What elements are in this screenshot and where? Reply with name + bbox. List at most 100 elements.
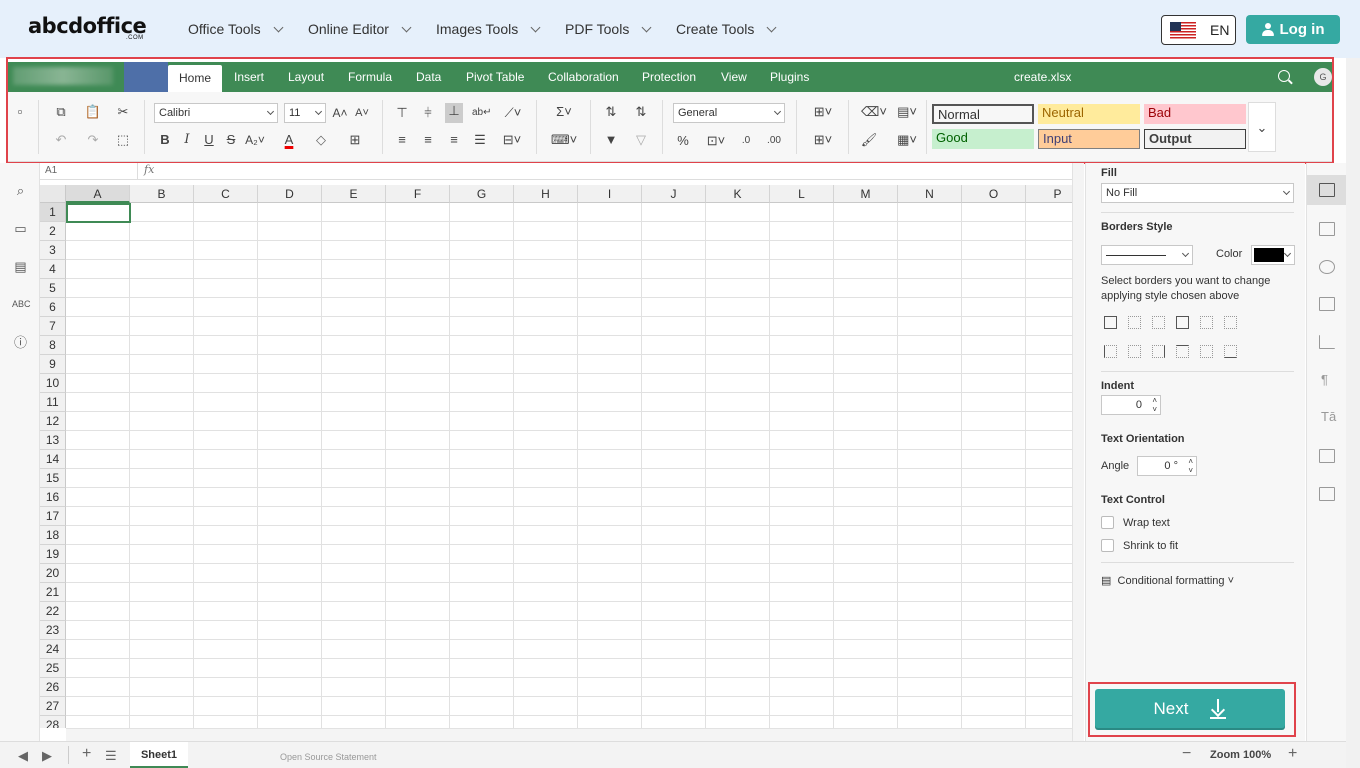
row-header[interactable]: 16 <box>40 488 66 507</box>
next-sheet-icon[interactable]: ▶ <box>42 748 52 764</box>
sheet-list-icon[interactable]: ☰ <box>105 748 117 764</box>
row-header[interactable]: 24 <box>40 640 66 659</box>
column-header[interactable]: N <box>898 185 962 203</box>
signature-settings-icon[interactable] <box>1319 487 1335 501</box>
spellcheck-icon[interactable]: ABC <box>12 297 31 312</box>
column-header[interactable]: M <box>834 185 898 203</box>
border-style-select[interactable] <box>1101 245 1193 265</box>
align-right-icon[interactable]: ≡ <box>446 132 462 148</box>
underline-icon[interactable]: U <box>202 132 216 148</box>
border-right-icon[interactable] <box>1152 345 1165 358</box>
prev-sheet-icon[interactable]: ◀ <box>18 748 28 764</box>
undo-icon[interactable]: ↶ <box>52 132 70 148</box>
percent-icon[interactable]: % <box>674 133 692 149</box>
cell-settings-icon[interactable] <box>1319 183 1335 197</box>
align-bottom-icon[interactable]: ⊥ <box>445 103 463 123</box>
align-left-icon[interactable]: ≡ <box>394 132 410 148</box>
row-header[interactable]: 22 <box>40 602 66 621</box>
avatar[interactable]: G <box>1314 68 1332 86</box>
row-header[interactable]: 18 <box>40 526 66 545</box>
active-cell[interactable] <box>66 203 131 223</box>
info-icon[interactable]: ⓘ <box>12 335 29 350</box>
stepper-arrows-icon[interactable]: ˄ ˅ <box>1188 457 1193 475</box>
nav-images-tools[interactable]: Images Tools <box>436 21 541 37</box>
comment-icon[interactable]: ▭ <box>12 221 29 236</box>
page-scrollbar[interactable] <box>1346 58 1360 768</box>
tab-home[interactable]: Home <box>168 65 223 92</box>
nav-create-tools[interactable]: Create Tools <box>676 21 777 37</box>
border-diagonal-up-icon[interactable] <box>1200 316 1213 329</box>
zoom-out-icon[interactable]: − <box>1182 745 1191 763</box>
wrap-text-checkbox[interactable] <box>1101 516 1114 529</box>
nav-pdf-tools[interactable]: PDF Tools <box>565 21 652 37</box>
tab-plugins[interactable]: Plugins <box>770 62 809 92</box>
row-header[interactable]: 21 <box>40 583 66 602</box>
row-header[interactable]: 5 <box>40 279 66 298</box>
cell-area[interactable] <box>66 203 1072 728</box>
row-header[interactable]: 13 <box>40 431 66 450</box>
row-header[interactable]: 27 <box>40 697 66 716</box>
save-icon[interactable]: ▫ <box>12 104 28 120</box>
delete-cells-icon[interactable]: ⊞˅ <box>808 132 838 148</box>
chat-icon[interactable]: ▤ <box>12 259 29 274</box>
conditional-format-icon[interactable]: ▤˅ <box>892 104 922 120</box>
row-header[interactable]: 20 <box>40 564 66 583</box>
function-icon[interactable]: fx <box>144 163 154 176</box>
row-header[interactable]: 10 <box>40 374 66 393</box>
search-icon[interactable] <box>1278 70 1290 82</box>
column-header[interactable]: J <box>642 185 706 203</box>
table-settings-icon[interactable] <box>1319 222 1335 236</box>
font-size-select[interactable]: 11 <box>284 103 326 123</box>
border-inner-icon[interactable] <box>1152 316 1165 329</box>
column-header[interactable]: I <box>578 185 642 203</box>
row-header[interactable]: 11 <box>40 393 66 412</box>
filter-icon[interactable]: ▼ <box>602 132 620 148</box>
logo[interactable]: abcdoffice .COM <box>28 14 148 46</box>
styles-expand-button[interactable]: ⌄ <box>1248 102 1276 152</box>
justify-icon[interactable]: ☰ <box>472 132 488 148</box>
wrap-text-icon[interactable]: ab↵ <box>472 105 492 121</box>
chart-settings-icon[interactable] <box>1319 335 1335 349</box>
border-left-icon[interactable] <box>1104 345 1117 358</box>
row-header[interactable]: 26 <box>40 678 66 697</box>
name-box[interactable]: A1 <box>40 163 138 179</box>
column-header[interactable]: L <box>770 185 834 203</box>
horizontal-scrollbar[interactable] <box>66 728 1072 741</box>
nav-online-editor[interactable]: Online Editor <box>308 21 412 37</box>
align-center-icon[interactable]: ≡ <box>420 132 436 148</box>
add-sheet-icon[interactable]: + <box>82 745 91 763</box>
sheet-tab[interactable]: Sheet1 <box>130 742 188 768</box>
shrink-to-fit-checkbox[interactable] <box>1101 539 1114 552</box>
column-header[interactable]: P <box>1026 185 1072 203</box>
select-all-corner[interactable] <box>40 185 66 203</box>
insert-function-icon[interactable]: ⌨˅ <box>550 132 578 148</box>
column-header[interactable]: E <box>322 185 386 203</box>
tab-view[interactable]: View <box>721 62 747 92</box>
row-header[interactable]: 17 <box>40 507 66 526</box>
font-color-icon[interactable]: A <box>278 132 300 148</box>
fill-select[interactable]: No Fill <box>1101 183 1294 203</box>
border-center-horizontal-icon[interactable] <box>1200 345 1213 358</box>
row-header[interactable]: 6 <box>40 298 66 317</box>
column-header[interactable]: A <box>66 185 130 203</box>
row-header[interactable]: 7 <box>40 317 66 336</box>
column-header[interactable]: G <box>450 185 514 203</box>
row-header[interactable]: 25 <box>40 659 66 678</box>
column-header[interactable]: D <box>258 185 322 203</box>
row-header[interactable]: 3 <box>40 241 66 260</box>
pivot-settings-icon[interactable] <box>1319 449 1335 463</box>
format-painter-icon[interactable]: 🖌 <box>860 132 878 148</box>
language-button[interactable]: EN <box>1161 15 1236 45</box>
font-name-select[interactable]: Calibri <box>154 103 278 123</box>
copy-icon[interactable]: ⧉ <box>52 104 70 120</box>
style-bad[interactable]: Bad <box>1144 104 1246 124</box>
column-header[interactable]: O <box>962 185 1026 203</box>
style-neutral[interactable]: Neutral <box>1038 104 1140 124</box>
subscript-icon[interactable]: A₂˅ <box>244 132 266 148</box>
border-color-select[interactable] <box>1251 245 1295 265</box>
tab-insert[interactable]: Insert <box>234 62 264 92</box>
row-header[interactable]: 9 <box>40 355 66 374</box>
tab-collaboration[interactable]: Collaboration <box>548 62 619 92</box>
column-header[interactable]: B <box>130 185 194 203</box>
select-all-icon[interactable]: ⬚ <box>114 132 132 148</box>
